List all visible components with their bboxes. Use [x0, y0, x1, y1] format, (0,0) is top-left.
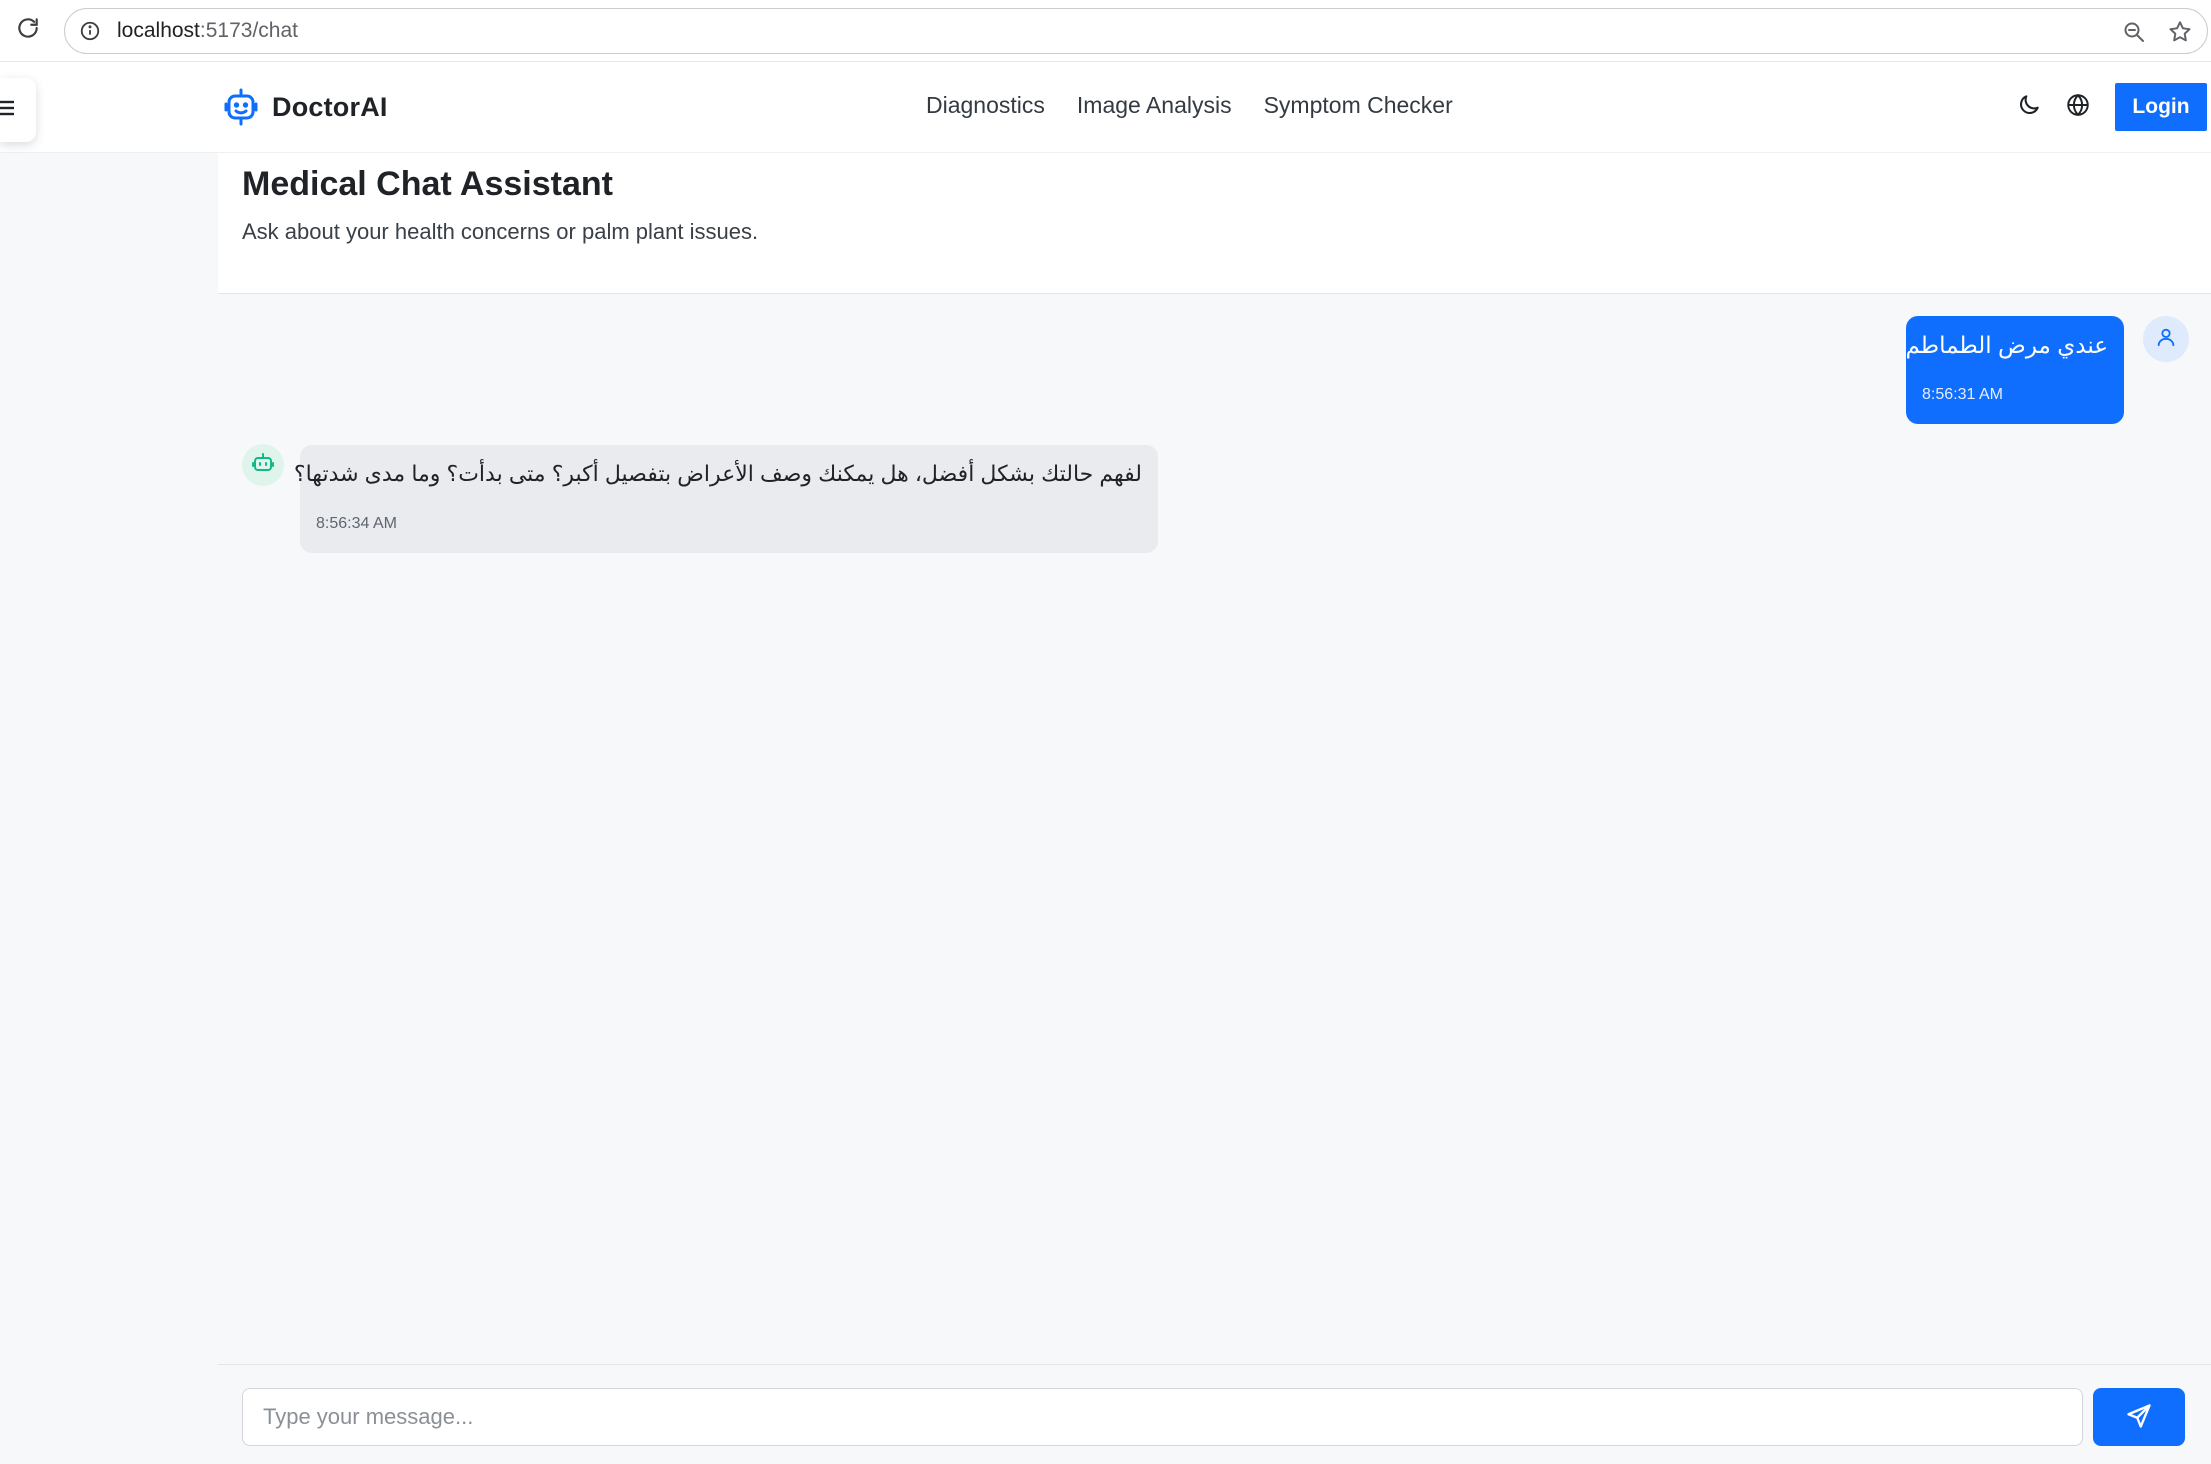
language-button[interactable]: [2058, 87, 2098, 127]
robot-logo-icon: [224, 88, 258, 126]
nav-link-diagnostics[interactable]: Diagnostics: [926, 92, 1045, 119]
globe-icon: [2065, 92, 2091, 123]
send-icon: [2125, 1402, 2153, 1433]
url-text: localhost:5173/chat: [117, 19, 298, 43]
user-message-bubble: عندي مرض الطماطم 8:56:31 AM: [1905, 316, 2124, 424]
reload-button[interactable]: [10, 12, 46, 48]
moon-icon: [2016, 92, 2042, 123]
user-avatar-icon: [2155, 326, 2177, 353]
bot-avatar: [242, 444, 284, 486]
user-avatar: [2143, 316, 2189, 362]
bookmark-star-icon[interactable]: [2165, 17, 2195, 47]
bot-avatar-icon: [251, 451, 275, 480]
hamburger-menu-icon: [0, 97, 18, 124]
zoom-out-icon[interactable]: [2119, 17, 2149, 47]
url-host: localhost: [117, 19, 200, 42]
nav-links: Diagnostics Image Analysis Symptom Check…: [926, 92, 1453, 119]
info-icon[interactable]: [75, 16, 105, 46]
app-navbar: DoctorAI Diagnostics Image Analysis Symp…: [0, 62, 2211, 153]
reload-icon: [15, 15, 41, 46]
assistant-message-text: لفهم حالتك بشكل أفضل، هل يمكنك وصف الأعر…: [293, 461, 1142, 486]
page-subtitle: Ask about your health concerns or palm p…: [242, 219, 759, 244]
brand[interactable]: DoctorAI: [224, 88, 388, 126]
user-message-text: عندي مرض الطماطم: [1905, 332, 2108, 358]
message-input[interactable]: [242, 1388, 2083, 1446]
theme-toggle-button[interactable]: [2009, 87, 2049, 127]
nav-actions: Login: [2009, 83, 2207, 131]
nav-link-symptom-checker[interactable]: Symptom Checker: [1264, 92, 1453, 119]
browser-toolbar: localhost:5173/chat: [0, 0, 2211, 62]
composer: [218, 1364, 2211, 1464]
message-list: عندي مرض الطماطم 8:56:31 AM لفهم حالتك ب…: [218, 294, 2211, 1364]
nav-link-image-analysis[interactable]: Image Analysis: [1077, 92, 1232, 119]
assistant-message-time: 8:56:34 AM: [316, 515, 397, 532]
url-path: :5173/chat: [199, 19, 298, 42]
brand-name: DoctorAI: [272, 91, 388, 122]
chat-header: Medical Chat Assistant Ask about your he…: [218, 153, 2211, 294]
address-bar[interactable]: localhost:5173/chat: [64, 8, 2208, 54]
send-button[interactable]: [2093, 1388, 2185, 1446]
assistant-message-bubble: لفهم حالتك بشكل أفضل، هل يمكنك وصف الأعر…: [294, 445, 1158, 553]
sidebar-toggle-button[interactable]: [0, 78, 36, 142]
login-button[interactable]: Login: [2115, 83, 2207, 131]
page-title: Medical Chat Assistant: [242, 165, 613, 203]
user-message-time: 8:56:31 AM: [1922, 386, 2003, 403]
